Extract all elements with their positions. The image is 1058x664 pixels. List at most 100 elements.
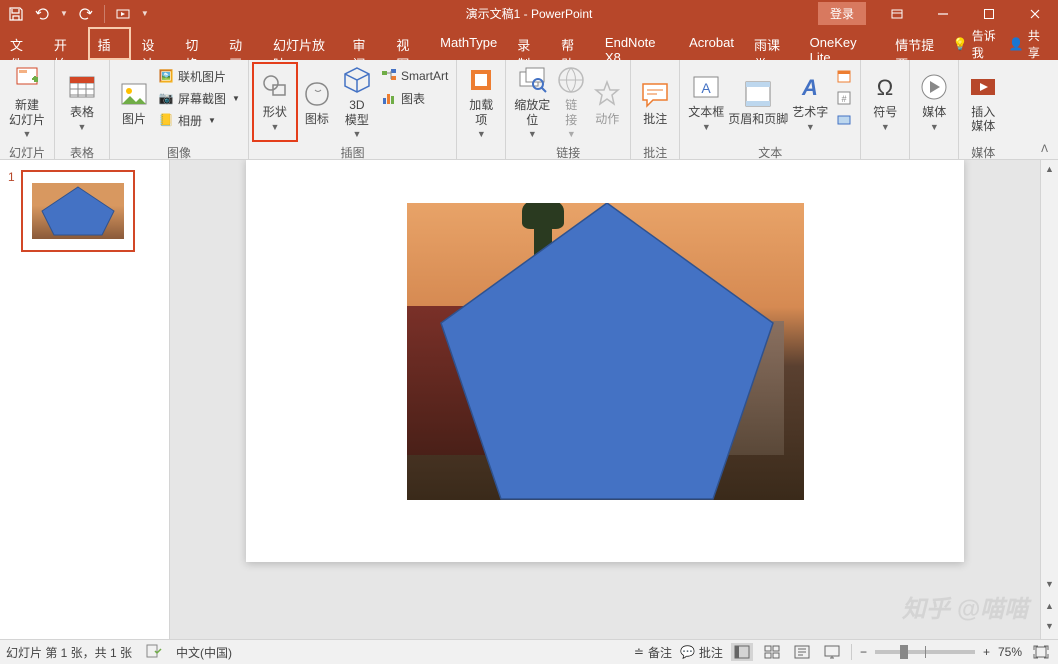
zoom-slider[interactable] xyxy=(875,650,975,654)
next-slide-icon[interactable]: ▼ xyxy=(1045,617,1054,635)
tab-design[interactable]: 设计 xyxy=(131,27,175,60)
pentagon-shape[interactable] xyxy=(437,203,777,500)
zoom-out-button[interactable]: − xyxy=(860,645,867,659)
slide-number-button[interactable]: # xyxy=(832,87,856,109)
tab-slideshow[interactable]: 幻灯片放映 xyxy=(263,27,343,60)
minimize-button[interactable] xyxy=(920,0,966,27)
group-addins: 加载 项 ▼ xyxy=(457,60,506,159)
scroll-down-icon[interactable]: ▼ xyxy=(1045,575,1054,593)
textbox-button[interactable]: A 文本框 ▼ xyxy=(684,63,728,141)
group-illustrations: 形状 ▼ 图标 3D 模型 ▼ SmartArt 图表 插图 xyxy=(249,60,457,159)
collapse-ribbon-button[interactable]: ᐱ xyxy=(1037,142,1052,157)
spell-check-icon[interactable] xyxy=(146,644,162,661)
cube-icon xyxy=(341,64,373,96)
link-button[interactable]: 链 接 ▼ xyxy=(554,63,588,141)
previous-slide-icon[interactable]: ▲ xyxy=(1045,597,1054,615)
title-bar: ▼ ▼ 演示文稿1 - PowerPoint 登录 xyxy=(0,0,1058,27)
tab-insert[interactable]: 插入 xyxy=(88,27,132,60)
normal-view-button[interactable] xyxy=(731,643,753,661)
zoom-button[interactable]: 缩放定 位 ▼ xyxy=(510,63,554,141)
save-icon[interactable] xyxy=(8,6,24,22)
tab-view[interactable]: 视图 xyxy=(386,27,430,60)
zoom-in-button[interactable]: + xyxy=(983,645,990,659)
tab-onekey[interactable]: OneKey Lite xyxy=(800,27,886,60)
group-label-tables: 表格 xyxy=(55,144,109,164)
addins-button[interactable]: 加载 项 ▼ xyxy=(461,63,501,141)
tab-rain[interactable]: 雨课堂 xyxy=(744,27,800,60)
language-indicator[interactable]: 中文(中国) xyxy=(176,644,232,661)
share-button[interactable]: 👤共享 xyxy=(1009,27,1048,61)
smartart-button[interactable]: SmartArt xyxy=(377,65,452,87)
sorter-view-button[interactable] xyxy=(761,643,783,661)
document-title: 演示文稿1 - PowerPoint xyxy=(466,5,593,22)
ribbon-display-options-icon[interactable] xyxy=(874,0,920,27)
tab-file[interactable]: 文件 xyxy=(0,27,44,60)
insert-media-button[interactable]: 插入 媒体 xyxy=(963,63,1003,141)
tab-home[interactable]: 开始 xyxy=(44,27,88,60)
online-picture-button[interactable]: 🖼️联机图片 xyxy=(154,65,244,87)
group-label-symbols xyxy=(861,156,909,159)
maximize-button[interactable] xyxy=(966,0,1012,27)
zoom-level[interactable]: 75% xyxy=(998,645,1022,659)
album-button[interactable]: 📒相册▼ xyxy=(154,109,244,131)
shapes-button[interactable]: 形状 ▼ xyxy=(253,63,297,141)
customize-qat-icon[interactable]: ▼ xyxy=(141,9,149,18)
tab-endnote[interactable]: EndNote X8 xyxy=(595,27,679,60)
group-insert-media: 插入 媒体 媒体 xyxy=(959,60,1007,159)
slide-editor[interactable] xyxy=(170,160,1040,639)
object-button[interactable] xyxy=(832,109,856,131)
slideshow-view-button[interactable] xyxy=(821,643,843,661)
undo-icon[interactable] xyxy=(34,6,50,22)
album-icon: 📒 xyxy=(158,112,174,128)
quick-access-toolbar: ▼ ▼ xyxy=(0,5,157,23)
group-comments: 批注 批注 xyxy=(631,60,680,159)
comment-icon: 💬 xyxy=(680,645,695,659)
table-button[interactable]: 表格 ▼ xyxy=(59,63,105,141)
3d-model-button[interactable]: 3D 模型 ▼ xyxy=(337,63,377,141)
action-button[interactable]: 动作 xyxy=(588,63,626,141)
redo-icon[interactable] xyxy=(78,6,94,22)
fit-to-window-button[interactable] xyxy=(1030,643,1052,661)
new-slide-icon xyxy=(11,64,43,96)
date-time-button[interactable] xyxy=(832,65,856,87)
slide-thumbnail-1[interactable] xyxy=(21,170,135,252)
tab-mathtype[interactable]: MathType xyxy=(430,27,507,60)
symbol-button[interactable]: Ω 符号 ▼ xyxy=(865,63,905,141)
comments-button[interactable]: 💬批注 xyxy=(680,644,723,661)
header-footer-button[interactable]: 页眉和页脚 xyxy=(728,63,788,141)
tell-me-button[interactable]: 💡告诉我 xyxy=(953,27,1003,61)
slide-thumbnails-pane[interactable]: 1 xyxy=(0,160,170,639)
tab-animations[interactable]: 动画 xyxy=(219,27,263,60)
video-icon xyxy=(967,71,999,103)
tab-record[interactable]: 录制 xyxy=(507,27,551,60)
picture-button[interactable]: 图片 xyxy=(114,63,154,141)
slide-image[interactable] xyxy=(407,203,804,500)
screenshot-button[interactable]: 📷屏幕截图▼ xyxy=(154,87,244,109)
wordart-button[interactable]: A 艺术字 ▼ xyxy=(788,63,832,141)
tab-help[interactable]: 帮助 xyxy=(551,27,595,60)
chart-button[interactable]: 图表 xyxy=(377,87,452,109)
chevron-down-icon: ▼ xyxy=(702,122,711,133)
comment-button[interactable]: 批注 xyxy=(635,63,675,141)
reading-view-button[interactable] xyxy=(791,643,813,661)
login-button[interactable]: 登录 xyxy=(818,2,866,25)
vertical-scrollbar[interactable]: ▲ ▼ ▲ ▼ xyxy=(1040,160,1058,639)
slide-counter[interactable]: 幻灯片 第 1 张，共 1 张 xyxy=(6,644,132,661)
icons-button[interactable]: 图标 xyxy=(297,63,337,141)
slide-canvas[interactable] xyxy=(246,160,964,562)
tab-review[interactable]: 审阅 xyxy=(343,27,387,60)
tab-acrobat[interactable]: Acrobat xyxy=(679,27,744,60)
zoom-slider-thumb[interactable] xyxy=(900,645,908,659)
chevron-down-icon: ▼ xyxy=(23,129,32,140)
tab-storyboard[interactable]: 情节提要 xyxy=(885,27,953,60)
svg-text:Ω: Ω xyxy=(877,75,893,100)
media-button[interactable]: 媒体 ▼ xyxy=(914,63,954,141)
share-icon: 👤 xyxy=(1009,37,1024,51)
tab-transitions[interactable]: 切换 xyxy=(175,27,219,60)
start-from-beginning-icon[interactable] xyxy=(115,6,131,22)
close-button[interactable] xyxy=(1012,0,1058,27)
undo-dropdown-icon[interactable]: ▼ xyxy=(60,9,68,18)
new-slide-button[interactable]: 新建 幻灯片 ▼ xyxy=(4,63,50,141)
notes-button[interactable]: ≐备注 xyxy=(634,644,672,661)
scroll-up-icon[interactable]: ▲ xyxy=(1045,160,1054,178)
